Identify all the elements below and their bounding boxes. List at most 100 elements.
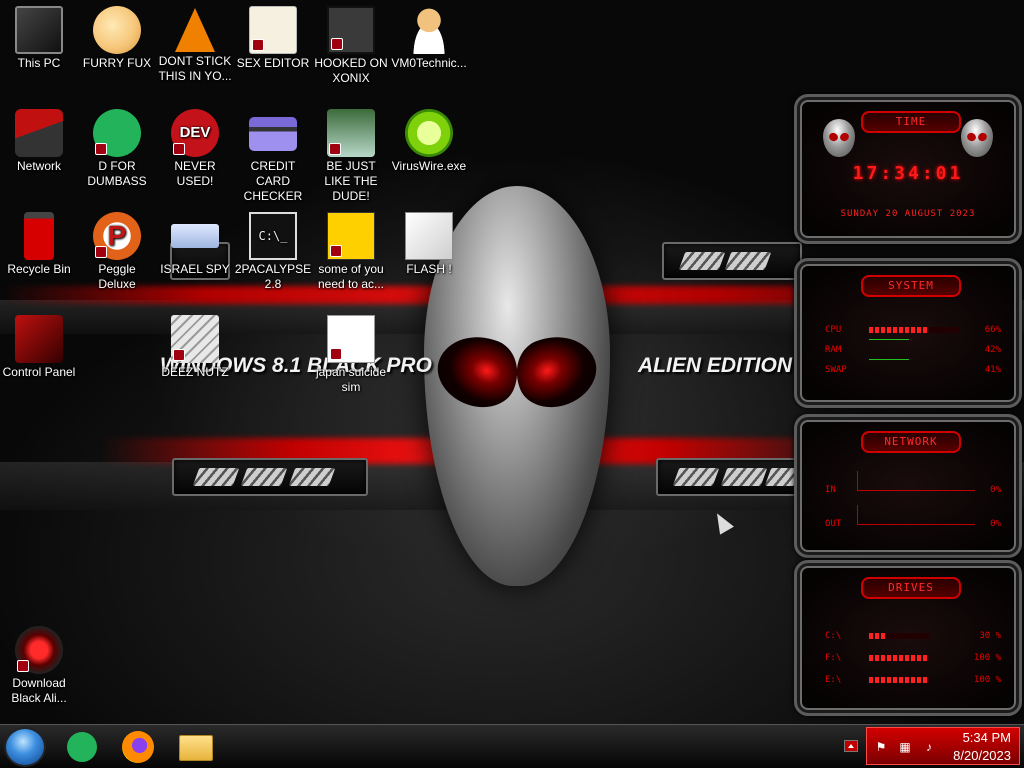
alien-head-icon <box>961 119 993 157</box>
desktop-icon-israel-spy[interactable]: ISRAEL SPY <box>156 212 234 277</box>
desktop-icon-network[interactable]: Network <box>0 109 78 174</box>
icon-label: This PC <box>17 56 61 70</box>
desktop-icon-download-black-alien[interactable]: Download Black Ali... <box>0 626 78 706</box>
drive-row-c: C:\ 30 % <box>825 629 1001 643</box>
network-row-out: OUT 0% <box>825 505 1001 531</box>
drive-value: 100 % <box>973 675 1001 685</box>
icon-label: Recycle Bin <box>7 262 71 276</box>
taskbar-app-chat[interactable] <box>62 729 102 765</box>
icon-label: D FOR DUMBASS <box>87 159 147 188</box>
gadget-date: SUNDAY 20 AUGUST 2023 <box>840 209 976 219</box>
time-gadget[interactable]: TIME 17:34:01 SUNDAY 20 AUGUST 2023 <box>794 94 1022 244</box>
meter-name: SWAP <box>825 365 847 375</box>
meter-line <box>869 359 909 360</box>
drive-bar <box>869 633 929 639</box>
icon-label: NEVER USED! <box>174 159 216 188</box>
metal-plate <box>662 242 802 280</box>
desktop-icon-viruswire[interactable]: VirusWire.exe <box>390 109 468 174</box>
hex-editor-icon <box>249 6 297 54</box>
desktop-icon-flash[interactable]: FLASH ! <box>390 212 468 277</box>
desktop-icon-japan-suicide-sim[interactable]: japan suicide sim <box>312 315 390 395</box>
system-gadget[interactable]: SYSTEM CPU 66% RAM 42% SWAP 41% <box>794 258 1022 408</box>
network-tray-icon[interactable]: ▦ <box>897 740 913 754</box>
flash-icon <box>405 212 453 260</box>
start-button[interactable] <box>4 727 46 767</box>
meter-line <box>869 339 909 340</box>
icon-label: CREDIT CARD CHECKER <box>243 159 303 203</box>
desktop-icon-hooked-on-xonix[interactable]: HOOKED ON XONIX <box>312 6 390 86</box>
desktop-icon-deez-nutz[interactable]: DEEZ NUTZ <box>156 315 234 380</box>
desktop-icon-credit-card-checker[interactable]: CREDIT CARD CHECKER <box>234 109 312 204</box>
system-tray: ⚑ ▦ ♪ 5:34 PM 8/20/2023 <box>866 727 1020 765</box>
drives-gadget[interactable]: DRIVES C:\ 30 % F:\ 100 % E:\ 100 % <box>794 560 1022 716</box>
gadget-title: TIME <box>861 111 961 133</box>
show-hidden-icons-button[interactable] <box>844 740 858 752</box>
drive-value: 100 % <box>973 653 1001 663</box>
desktop-icon-this-pc[interactable]: This PC <box>0 6 78 71</box>
taskbar-app-firefox[interactable] <box>118 729 158 765</box>
system-row-cpu: CPU 66% <box>825 323 1001 337</box>
drive-row-f: F:\ 100 % <box>825 651 1001 665</box>
net-name: OUT <box>825 519 842 529</box>
taskbar-clock-time[interactable]: 5:34 PM <box>963 730 1011 745</box>
net-graph <box>857 471 975 491</box>
action-center-flag-icon[interactable]: ⚑ <box>873 740 889 754</box>
taskbar-app-file-explorer[interactable] <box>176 729 216 765</box>
system-row-ram: RAM 42% <box>825 339 1001 357</box>
stack-icon <box>171 315 219 363</box>
drive-row-e: E:\ 100 % <box>825 673 1001 687</box>
terminal-icon: C:\_ <box>249 212 297 260</box>
desktop-icon-some-of-you[interactable]: some of you need to ac... <box>312 212 390 292</box>
metal-plate <box>656 458 812 496</box>
desktop-icon-peggle-deluxe[interactable]: P Peggle Deluxe <box>78 212 156 292</box>
spy-icon <box>171 224 219 248</box>
icon-label: VM0Technic... <box>391 56 467 70</box>
meter-bar <box>869 327 959 333</box>
system-row-swap: SWAP 41% <box>825 359 1001 377</box>
meter-value: 42% <box>984 345 1001 355</box>
icon-label: Peggle Deluxe <box>98 262 136 291</box>
icon-label: FLASH ! <box>406 262 452 276</box>
drive-bar <box>869 677 929 683</box>
desktop-icon-2pacalypse[interactable]: C:\_ 2PACALYPSE 2.8 <box>234 212 312 292</box>
icon-label: 2PACALYPSE 2.8 <box>234 262 312 291</box>
green-chat-icon <box>93 109 141 157</box>
network-row-in: IN 0% <box>825 471 1001 497</box>
desktop-icon-furry-fux[interactable]: FURRY FUX <box>78 6 156 71</box>
credit-card-icon <box>249 117 297 151</box>
taskbar-clock-date[interactable]: 8/20/2023 <box>953 748 1011 763</box>
icon-label: VirusWire.exe <box>391 159 467 173</box>
metal-plate <box>172 458 368 496</box>
desktop-icon-vm0technic[interactable]: VM0Technic... <box>390 6 468 71</box>
firefox-icon <box>122 731 154 763</box>
net-value: 0% <box>990 485 1001 495</box>
gadget-title: NETWORK <box>861 431 961 453</box>
drive-fill <box>869 677 929 683</box>
drive-name: F:\ <box>825 653 842 663</box>
computer-icon <box>15 6 63 54</box>
volume-icon[interactable]: ♪ <box>921 740 937 754</box>
alien-eye <box>427 323 529 419</box>
net-name: IN <box>825 485 836 495</box>
control-panel-icon <box>15 315 63 363</box>
drive-value: 30 % <box>979 631 1001 641</box>
traffic-cone-icon <box>175 8 215 52</box>
net-graph <box>857 505 975 525</box>
dev-cpp-icon: DEV <box>171 109 219 157</box>
person-icon <box>405 6 453 54</box>
desktop-icon-never-used[interactable]: DEV NEVER USED! <box>156 109 234 189</box>
icon-label: Control Panel <box>2 365 76 379</box>
cartoon-face-icon <box>93 6 141 54</box>
icon-label: HOOKED ON XONIX <box>314 56 388 85</box>
drive-name: C:\ <box>825 631 842 641</box>
icon-label: BE JUST LIKE THE DUDE! <box>324 159 378 203</box>
network-gadget[interactable]: NETWORK IN 0% OUT 0% <box>794 414 1022 558</box>
network-icon <box>15 109 63 157</box>
icon-label: FURRY FUX <box>82 56 152 70</box>
desktop-icon-dont-stick[interactable]: DONT STICK THIS IN YO... <box>156 6 234 84</box>
desktop-icon-recycle-bin[interactable]: Recycle Bin <box>0 212 78 277</box>
desktop-icon-control-panel[interactable]: Control Panel <box>0 315 78 380</box>
desktop-icon-d-for-dumbass[interactable]: D FOR DUMBASS <box>78 109 156 189</box>
desktop-icon-sex-editor[interactable]: SEX EDITOR <box>234 6 312 71</box>
desktop-icon-be-just-like-the-dude[interactable]: BE JUST LIKE THE DUDE! <box>312 109 390 204</box>
